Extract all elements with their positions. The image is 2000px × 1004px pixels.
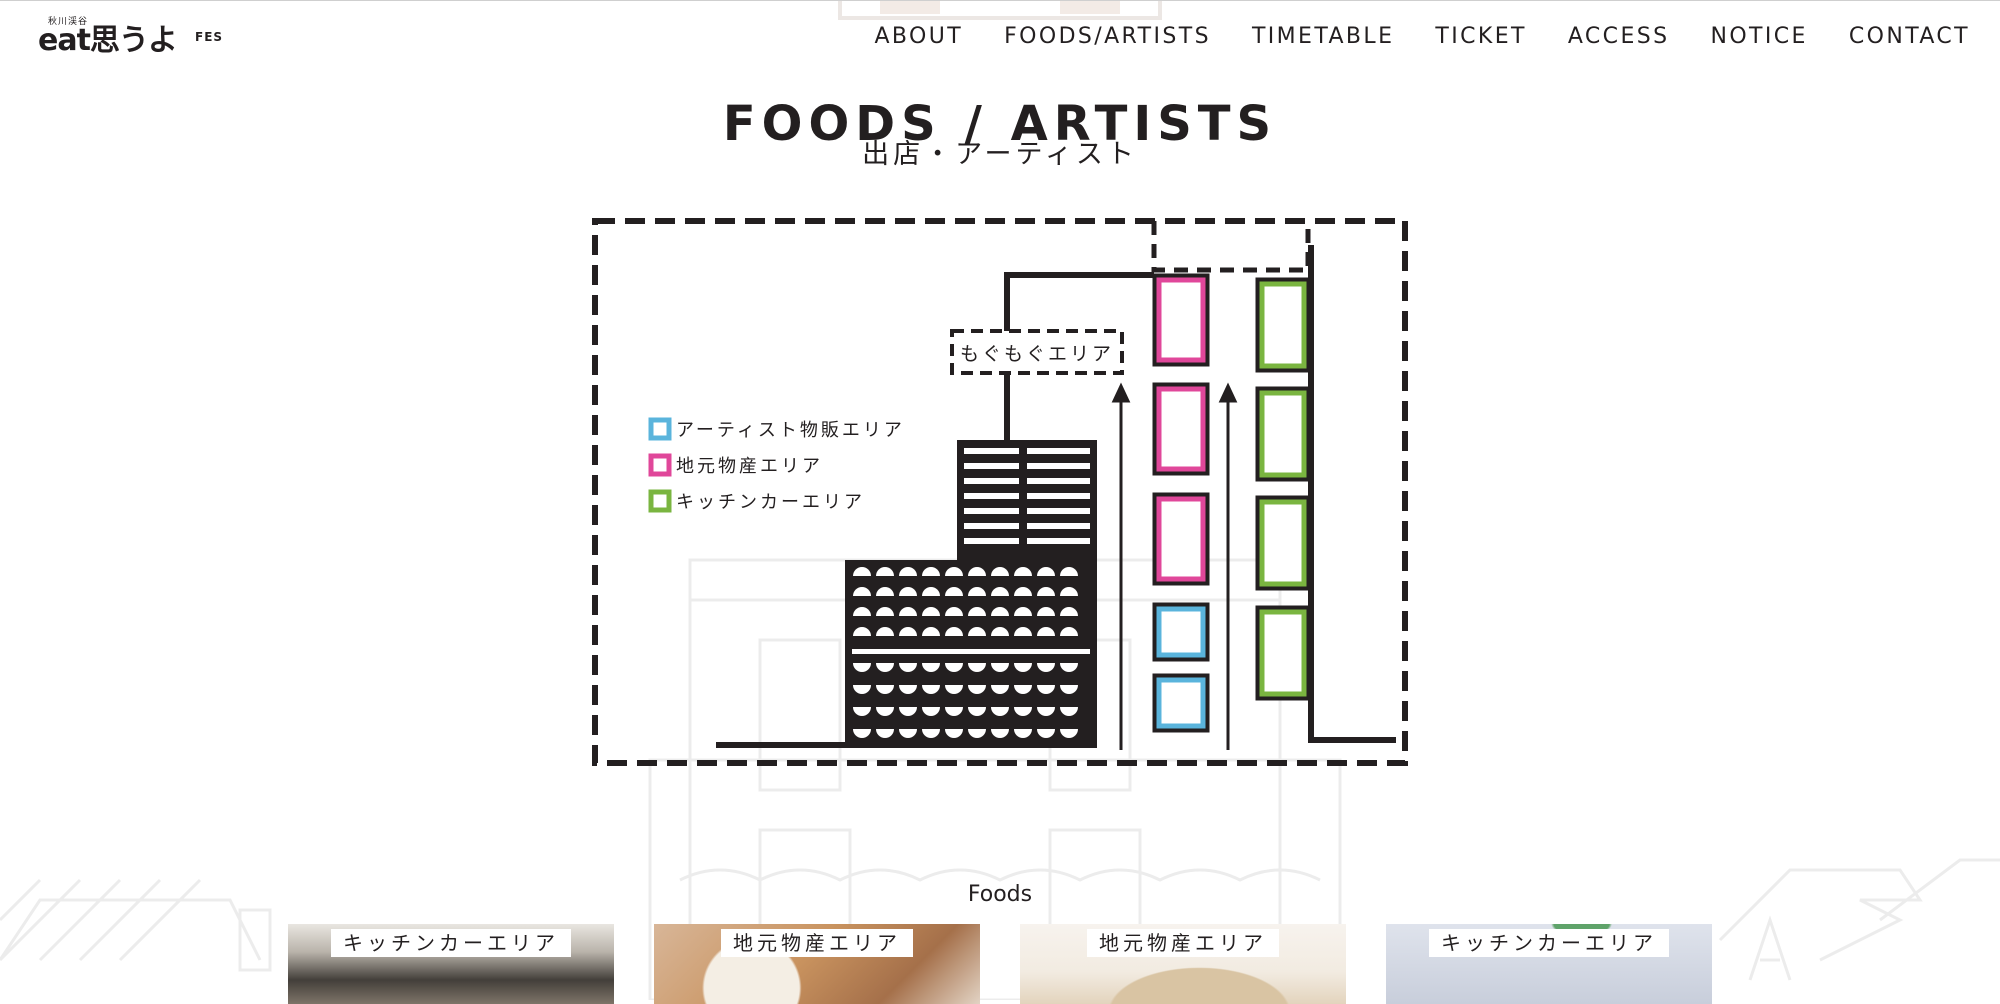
legend-swatch-local-products [648, 453, 672, 477]
nav-foods-artists[interactable]: FOODS/ARTISTS [1004, 22, 1211, 52]
nav-ticket[interactable]: TICKET [1435, 22, 1526, 52]
map-entrance-area [1151, 221, 1311, 273]
nav-contact[interactable]: CONTACT [1849, 22, 1970, 52]
logo-suffix: FES [195, 30, 224, 44]
food-card-area-tag: キッチンカーエリア [1429, 929, 1669, 957]
food-card-area-tag: 地元物産エリア [721, 929, 913, 957]
main-navigation: ABOUT FOODS/ARTISTS TIMETABLE TICKET ACC… [833, 22, 1970, 52]
nav-notice[interactable]: NOTICE [1710, 22, 1807, 52]
legend-swatch-artist-goods [648, 417, 672, 441]
venue-map: もぐもぐエリア アーティスト物販エリア 地元物産エリア キッチンカーエリア [592, 218, 1408, 766]
map-booth-column-2 [1255, 277, 1311, 701]
nav-access[interactable]: ACCESS [1568, 22, 1670, 52]
legend-label-artist-goods: アーティスト物販エリア [676, 420, 905, 441]
legend-swatch-kitchen-cars [648, 489, 672, 513]
food-card[interactable]: 地元物産エリア [654, 924, 980, 1004]
map-stage-building [845, 440, 1097, 748]
food-card-area-tag: 地元物産エリア [1087, 929, 1279, 957]
site-logo[interactable]: 秋川渓谷 eat思うよ FES [38, 12, 224, 60]
map-legend: アーティスト物販エリア 地元物産エリア キッチンカーエリア [648, 417, 905, 513]
page-subtitle: 出店・アーティスト [862, 139, 1138, 170]
zone-label: もぐもぐエリア [960, 343, 1114, 365]
nav-about[interactable]: ABOUT [874, 22, 963, 52]
foods-section-heading: Foods [967, 882, 1033, 907]
food-card[interactable]: 地元物産エリア [1020, 924, 1346, 1004]
legend-label-kitchen-cars: キッチンカーエリア [676, 492, 865, 513]
nav-timetable[interactable]: TIMETABLE [1252, 22, 1394, 52]
food-card-area-tag: キッチンカーエリア [331, 929, 571, 957]
food-card[interactable]: キッチンカーエリア [1386, 924, 1712, 1004]
legend-label-local-products: 地元物産エリア [676, 456, 823, 477]
map-booth-column-1 [1152, 273, 1210, 733]
logo-wordmark: eat思うよ [38, 23, 178, 58]
food-card[interactable]: キッチンカーエリア [288, 924, 614, 1004]
top-border [0, 0, 2000, 1]
foods-card-list: キッチンカーエリア 地元物産エリア 地元物産エリア キッチンカーエリア [288, 924, 1712, 1004]
map-right-wall [1308, 245, 1396, 743]
